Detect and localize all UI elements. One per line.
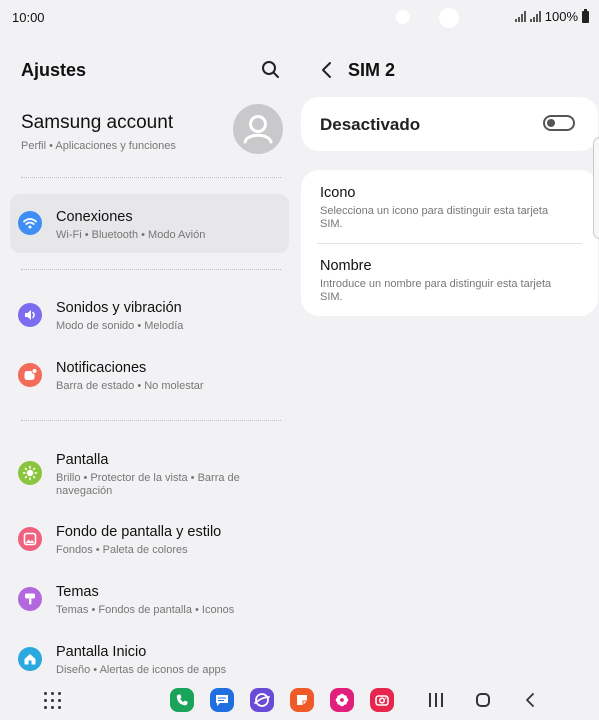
toggle-knob	[547, 119, 555, 127]
settings-item-subtitle: Temas • Fondos de pantalla • Iconos	[56, 604, 235, 616]
battery-percent: 100%	[544, 9, 578, 24]
apps-grid-icon[interactable]	[44, 692, 62, 710]
search-button[interactable]	[259, 58, 283, 82]
page-title: Ajustes	[21, 60, 87, 80]
nav-back-button[interactable]	[524, 692, 536, 708]
camera-cutout	[439, 8, 459, 28]
chevron-left-icon	[322, 62, 331, 78]
option-subtitle: Introduce un nombre para distinguir esta…	[320, 278, 552, 303]
signal-icon	[514, 11, 526, 22]
back-button[interactable]	[319, 60, 337, 80]
settings-item-title: Sonidos y vibración	[56, 300, 182, 316]
wallpaper-icon	[18, 527, 42, 551]
settings-item-subtitle: Wi-Fi • Bluetooth • Modo Avión	[56, 229, 206, 241]
messages-app-icon[interactable]	[210, 688, 234, 712]
internet-app-icon[interactable]	[250, 688, 274, 712]
settings-item-subtitle: Diseño • Alertas de iconos de apps	[56, 664, 227, 676]
sim-page-title: SIM 2	[348, 60, 396, 80]
brightness-icon	[18, 461, 42, 485]
sim-toggle-label: Desactivado	[320, 115, 421, 134]
wifi-icon	[18, 211, 42, 235]
option-subtitle: Selecciona un icono para distinguir esta…	[320, 205, 549, 230]
camera-app-icon[interactable]	[370, 688, 394, 712]
settings-item-title: Pantalla	[56, 452, 109, 468]
settings-item-conexiones[interactable]: Conexiones Wi-Fi • Bluetooth • Modo Avió…	[10, 194, 289, 253]
home-screen-icon	[18, 647, 42, 671]
settings-item-subtitle: Brillo • Protector de la vista • Barra d…	[56, 472, 240, 497]
settings-item-notificaciones[interactable]: Notificaciones Barra de estado • No mole…	[10, 346, 289, 404]
settings-item-title: Notificaciones	[56, 360, 147, 376]
signal-icon	[529, 11, 541, 22]
sim-toggle-switch[interactable]	[543, 115, 575, 131]
settings-item-subtitle: Barra de estado • No molestar	[56, 380, 204, 392]
settings-item-title: Conexiones	[56, 209, 133, 225]
settings-item-pantalla-inicio[interactable]: Pantalla Inicio Diseño • Alertas de icon…	[10, 630, 289, 684]
settings-item-temas[interactable]: Temas Temas • Fondos de pantalla • Icono…	[10, 570, 289, 628]
option-title: Nombre	[320, 258, 372, 274]
settings-item-title: Pantalla Inicio	[56, 644, 147, 660]
settings-item-pantalla[interactable]: Pantalla Brillo • Protector de la vista …	[10, 438, 289, 502]
status-icons: 100%	[514, 8, 589, 24]
themes-icon	[18, 587, 42, 611]
divider	[21, 269, 281, 270]
recent-apps-button[interactable]	[429, 693, 443, 707]
settings-list-pane: Ajustes Samsung account Perfil • Aplicac…	[0, 34, 300, 684]
edge-panel-handle[interactable]	[593, 137, 599, 239]
sim-options-card: Icono Selecciona un icono para distingui…	[301, 170, 598, 316]
samsung-account-item[interactable]: Samsung account Perfil • Aplicaciones y …	[21, 104, 286, 172]
divider	[21, 420, 281, 421]
gallery-app-icon[interactable]	[330, 688, 354, 712]
search-icon	[262, 61, 279, 78]
option-title: Icono	[320, 185, 356, 201]
navigation-bar	[0, 684, 599, 720]
home-button[interactable]	[476, 693, 490, 707]
divider	[317, 243, 582, 244]
battery-icon	[582, 8, 589, 23]
settings-item-title: Fondo de pantalla y estilo	[56, 524, 222, 540]
sim-option-nombre[interactable]: Nombre Introduce un nombre para distingu…	[320, 258, 570, 304]
sim-option-icono[interactable]: Icono Selecciona un icono para distingui…	[320, 185, 570, 231]
chevron-left-icon	[526, 693, 534, 707]
settings-item-title: Temas	[56, 584, 99, 600]
settings-item-subtitle: Fondos • Paleta de colores	[56, 544, 188, 556]
person-icon	[243, 115, 273, 144]
divider	[21, 177, 281, 178]
phone-app-icon[interactable]	[170, 688, 194, 712]
settings-item-subtitle: Modo de sonido • Melodía	[56, 320, 184, 332]
settings-item-sonidos[interactable]: Sonidos y vibración Modo de sonido • Mel…	[10, 286, 289, 344]
sim-toggle-card[interactable]: Desactivado	[301, 97, 598, 151]
settings-item-fondo[interactable]: Fondo de pantalla y estilo Fondos • Pale…	[10, 510, 289, 568]
status-bar: 10:00 100%	[0, 0, 599, 34]
notes-app-icon[interactable]	[290, 688, 314, 712]
camera-cutout	[396, 10, 410, 24]
notification-icon	[18, 363, 42, 387]
volume-icon	[18, 303, 42, 327]
avatar	[233, 104, 283, 154]
status-time: 10:00	[12, 10, 45, 25]
